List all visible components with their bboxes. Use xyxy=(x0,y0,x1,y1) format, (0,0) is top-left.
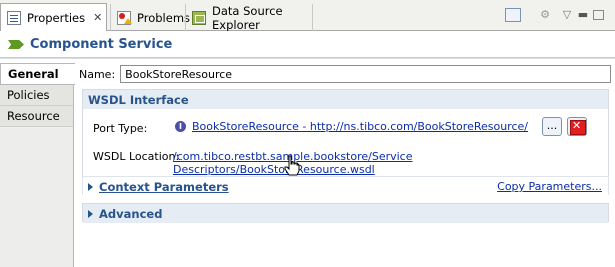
port-type-value-row: I BookStoreResource - http://ns.tibco.co… xyxy=(175,120,528,133)
tab-problems-label: Problems xyxy=(137,10,191,25)
tab-properties-label: Properties xyxy=(27,10,86,25)
problems-icon xyxy=(117,10,132,25)
wsdl-location-link[interactable]: /com.tibco.restbt.sample.bookstore/Servi… xyxy=(173,150,608,176)
context-parameters-section[interactable]: Context Parameters Copy Parameters... xyxy=(82,176,609,196)
wsdl-location-value-row: /com.tibco.restbt.sample.bookstore/Servi… xyxy=(173,150,608,176)
maximize-icon[interactable] xyxy=(593,10,604,20)
tab-data-source-explorer[interactable]: Data Source Explorer xyxy=(185,3,313,32)
view-tab-bar: Properties ✕ Problems Data Source Explor… xyxy=(0,0,615,32)
interface-icon: I xyxy=(175,121,186,132)
tab-data-source-explorer-label: Data Source Explorer xyxy=(212,3,283,32)
sidebar-item-label: Resource xyxy=(7,109,60,123)
data-source-explorer-icon xyxy=(192,10,206,25)
sidebar-item-resource[interactable]: Resource xyxy=(0,106,73,127)
sidebar-item-policies[interactable]: Policies xyxy=(0,85,73,106)
tab-properties[interactable]: Properties ✕ xyxy=(0,3,107,31)
general-pane: Name: WSDL Interface Port Type: I BookSt… xyxy=(75,59,615,267)
properties-header: Component Service xyxy=(0,31,615,58)
gear-icon[interactable]: ⚙ xyxy=(537,8,553,22)
wsdl-interface-title: WSDL Interface xyxy=(88,92,189,107)
expand-icon[interactable] xyxy=(88,209,93,218)
sidebar-item-label: Policies xyxy=(7,88,50,102)
hand-cursor-icon xyxy=(284,155,300,176)
browse-button[interactable]: ... xyxy=(542,117,562,136)
port-type-link[interactable]: BookStoreResource - http://ns.tibco.com/… xyxy=(192,120,528,133)
component-service-icon xyxy=(8,40,24,49)
port-type-label: Port Type: xyxy=(93,122,148,135)
properties-icon xyxy=(7,10,21,25)
advanced-header[interactable]: Advanced xyxy=(83,204,608,223)
name-input[interactable] xyxy=(120,65,612,83)
sidebar-item-general[interactable]: General xyxy=(0,63,75,85)
wsdl-location-label: WSDL Location: xyxy=(93,150,180,163)
name-row: Name: xyxy=(79,65,612,83)
properties-sidebar: General Policies Resource xyxy=(0,63,75,267)
port-type-row: Port Type: xyxy=(93,122,147,135)
copy-parameters-link[interactable]: Copy Parameters... xyxy=(497,180,602,193)
pin-view-icon[interactable] xyxy=(505,8,521,22)
advanced-title[interactable]: Advanced xyxy=(99,207,162,221)
sidebar-item-label: General xyxy=(8,67,59,81)
advanced-section[interactable]: Advanced xyxy=(82,203,609,223)
close-icon[interactable]: ✕ xyxy=(93,11,102,24)
context-parameters-title[interactable]: Context Parameters xyxy=(99,180,229,194)
wsdl-interface-header: WSDL Interface xyxy=(83,90,608,109)
page-title: Component Service xyxy=(30,37,173,52)
name-label: Name: xyxy=(79,67,116,81)
minimize-icon[interactable]: ▬ xyxy=(575,8,591,22)
view-menu-icon[interactable]: ▽ xyxy=(559,8,575,22)
expand-icon[interactable] xyxy=(88,182,93,191)
tab-problems[interactable]: Problems xyxy=(110,4,190,31)
delete-icon[interactable] xyxy=(567,117,587,136)
wsdl-location-row: WSDL Location: xyxy=(93,150,179,163)
